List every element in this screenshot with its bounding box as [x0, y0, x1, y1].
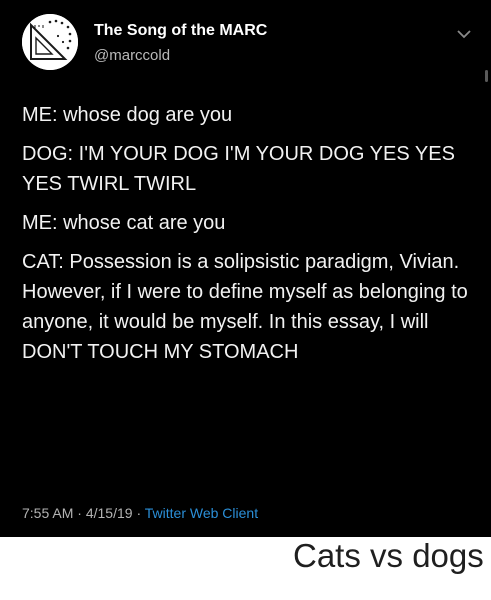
- caption: Cats vs dogs: [293, 537, 484, 574]
- tweet-text: ME: whose dog are you DOG: I'M YOUR DOG …: [22, 100, 477, 376]
- tweet-date[interactable]: 4/15/19: [86, 505, 133, 521]
- tweet-card: The Song of the MARC @marccold ME: whose…: [0, 0, 491, 537]
- display-name[interactable]: The Song of the MARC: [94, 22, 267, 40]
- scrollbar[interactable]: [485, 70, 488, 82]
- triangle-ruler-logo-icon: [22, 14, 78, 70]
- user-handle[interactable]: @marccold: [94, 47, 170, 64]
- meta-separator-1: ·: [77, 505, 82, 521]
- tweet-client-link[interactable]: Twitter Web Client: [145, 505, 258, 521]
- tweet-paragraph-me-dog: ME: whose dog are you: [22, 104, 233, 126]
- chevron-down-icon[interactable]: [456, 28, 472, 40]
- tweet-header: The Song of the MARC @marccold: [22, 14, 472, 74]
- tweet-paragraph-dog-reply: DOG: I'M YOUR DOG I'M YOUR DOG YES YES Y…: [22, 143, 455, 195]
- tweet-paragraph-me-cat: ME: whose cat are you: [22, 212, 226, 234]
- tweet-paragraph-cat-reply: CAT: Possession is a solipsistic paradig…: [22, 251, 468, 363]
- tweet-meta: 7:55 AM · 4/15/19 · Twitter Web Client: [22, 505, 258, 521]
- tweet-time[interactable]: 7:55 AM: [22, 505, 73, 521]
- meta-separator-2: ·: [136, 505, 142, 521]
- avatar[interactable]: [22, 14, 78, 70]
